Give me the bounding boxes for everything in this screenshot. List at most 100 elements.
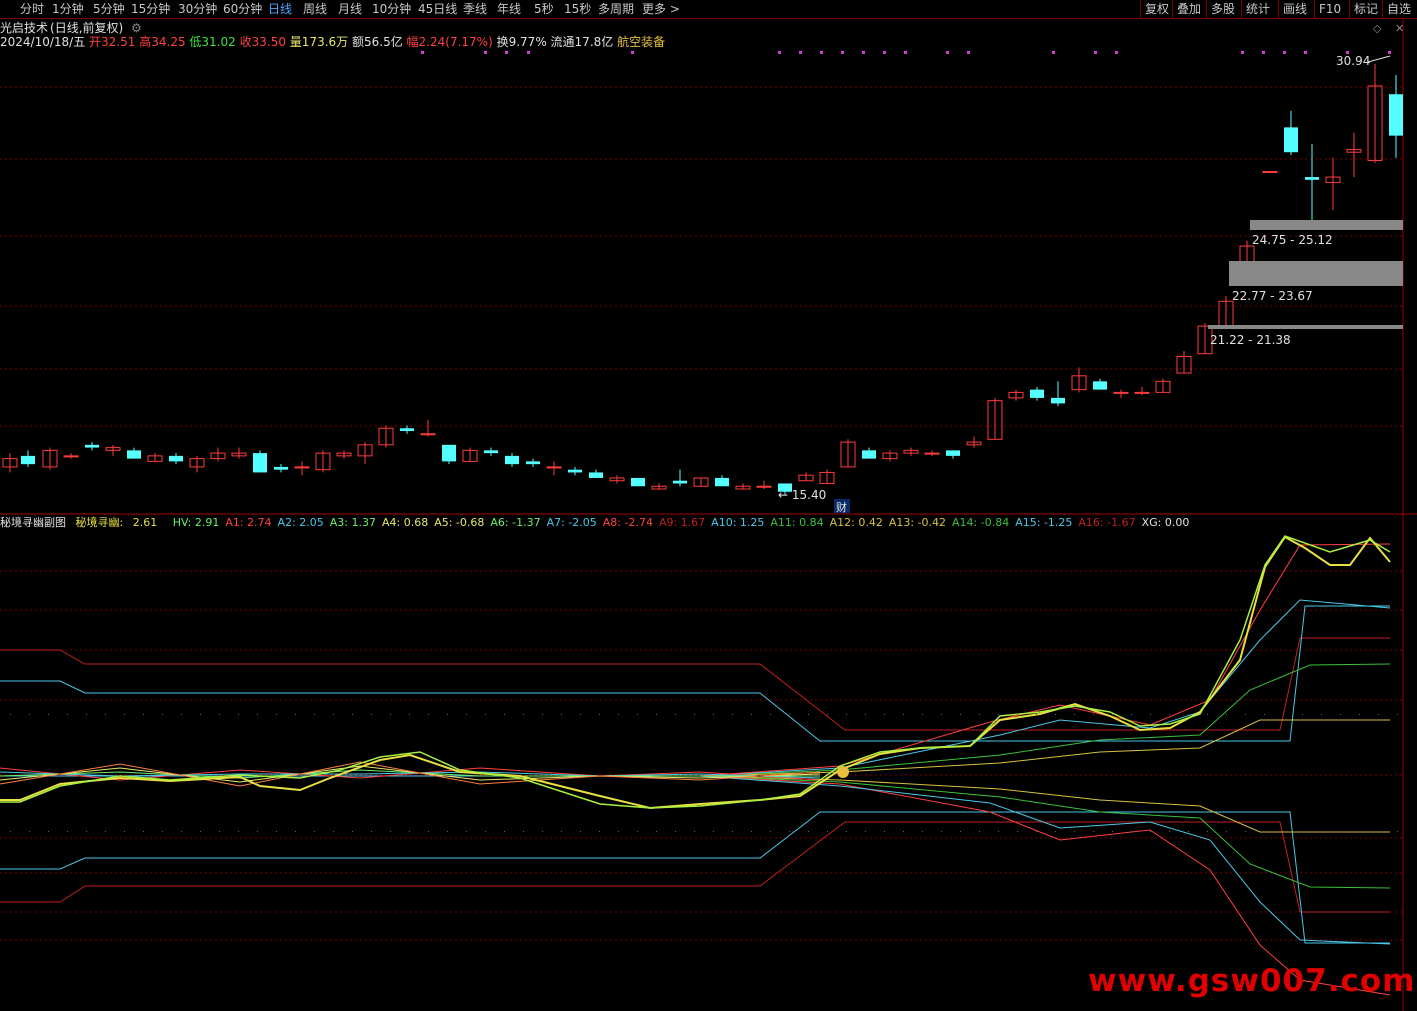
candle-body-down	[589, 472, 603, 478]
dot	[143, 714, 144, 715]
dot	[1283, 714, 1284, 715]
high-mark-arrow	[1367, 55, 1391, 63]
signal-marker	[967, 51, 970, 54]
indicator-value-6: A6: -1.37	[490, 516, 541, 529]
dot	[827, 714, 828, 715]
dot	[86, 831, 87, 832]
kline-chart[interactable]: 24.75 - 25.12 22.77 - 23.67 21.22 - 21.38 3…	[0, 0, 1417, 1011]
dot	[941, 714, 942, 715]
dot	[542, 714, 543, 715]
dot	[1340, 714, 1341, 715]
dot	[1226, 714, 1227, 715]
dot	[751, 714, 752, 715]
candle-body-down	[526, 461, 540, 465]
dot	[428, 714, 429, 715]
dot	[732, 831, 733, 832]
dot	[162, 831, 163, 832]
dot	[48, 831, 49, 832]
dot	[276, 831, 277, 832]
signal-marker	[1388, 51, 1391, 54]
dot	[884, 831, 885, 832]
candle-body-up	[420, 433, 436, 436]
indicator-name[interactable]: 秘境寻幽副图	[0, 516, 66, 529]
dot	[1188, 831, 1189, 832]
signal-marker	[1304, 51, 1307, 54]
signal-marker	[1115, 51, 1118, 54]
dot	[371, 714, 372, 715]
candle-body-up	[63, 455, 79, 458]
dot	[219, 831, 220, 832]
dot	[352, 714, 353, 715]
candle-body-up	[924, 452, 940, 455]
dot	[941, 831, 942, 832]
dot	[29, 831, 30, 832]
dot	[675, 831, 676, 832]
dot	[1131, 714, 1132, 715]
dot	[390, 714, 391, 715]
candle-body-down	[484, 450, 498, 454]
dot	[1055, 714, 1056, 715]
dot	[1283, 831, 1284, 832]
dot	[694, 831, 695, 832]
dot	[181, 831, 182, 832]
dot	[352, 831, 353, 832]
candle-body-down	[127, 450, 141, 459]
signal-marker	[946, 51, 949, 54]
close-icon[interactable]: ✕	[1395, 22, 1404, 35]
dot	[466, 831, 467, 832]
dot	[865, 831, 866, 832]
dot	[333, 714, 334, 715]
dot	[599, 714, 600, 715]
dot	[485, 831, 486, 832]
dot	[998, 831, 999, 832]
candle-body-up	[1262, 171, 1278, 174]
signal-marker	[778, 51, 781, 54]
dot	[409, 831, 410, 832]
dot	[1302, 831, 1303, 832]
diamond-icon[interactable]: ◇	[1373, 22, 1381, 35]
dot	[1169, 714, 1170, 715]
dot	[67, 714, 68, 715]
dot	[580, 831, 581, 832]
dot	[770, 714, 771, 715]
dot	[542, 831, 543, 832]
dot	[580, 714, 581, 715]
dot	[1131, 831, 1132, 832]
dot	[979, 831, 980, 832]
dot	[846, 831, 847, 832]
dot	[713, 714, 714, 715]
dot	[314, 714, 315, 715]
dot	[447, 714, 448, 715]
dot	[105, 831, 106, 832]
candle-body-down	[1305, 177, 1319, 180]
dot	[675, 714, 676, 715]
dot	[637, 831, 638, 832]
dot	[48, 714, 49, 715]
dot	[314, 831, 315, 832]
dot	[523, 831, 524, 832]
dot	[637, 714, 638, 715]
zone2-label: 22.77 - 23.67	[1232, 289, 1313, 303]
candle-body-down	[442, 444, 456, 462]
dot	[656, 714, 657, 715]
band-a16	[0, 821, 1390, 913]
low-mark-label: ← 15.40	[778, 488, 826, 502]
dot	[1378, 714, 1379, 715]
dot	[656, 831, 657, 832]
indicator-value-16: A16: -1.67	[1078, 516, 1136, 529]
dot	[732, 714, 733, 715]
candle-body-down	[1389, 94, 1403, 136]
line-a2	[0, 599, 1391, 777]
dot	[200, 831, 201, 832]
dot	[10, 831, 11, 832]
dot	[1188, 714, 1189, 715]
candle-body-down	[1030, 389, 1044, 398]
dot	[922, 714, 923, 715]
signal-marker	[799, 51, 802, 54]
dot	[1245, 714, 1246, 715]
candle-body-down	[169, 455, 183, 462]
dot	[903, 714, 904, 715]
dot	[105, 714, 106, 715]
watermark: www.gsw007.com	[1088, 963, 1416, 999]
dot	[1359, 831, 1360, 832]
